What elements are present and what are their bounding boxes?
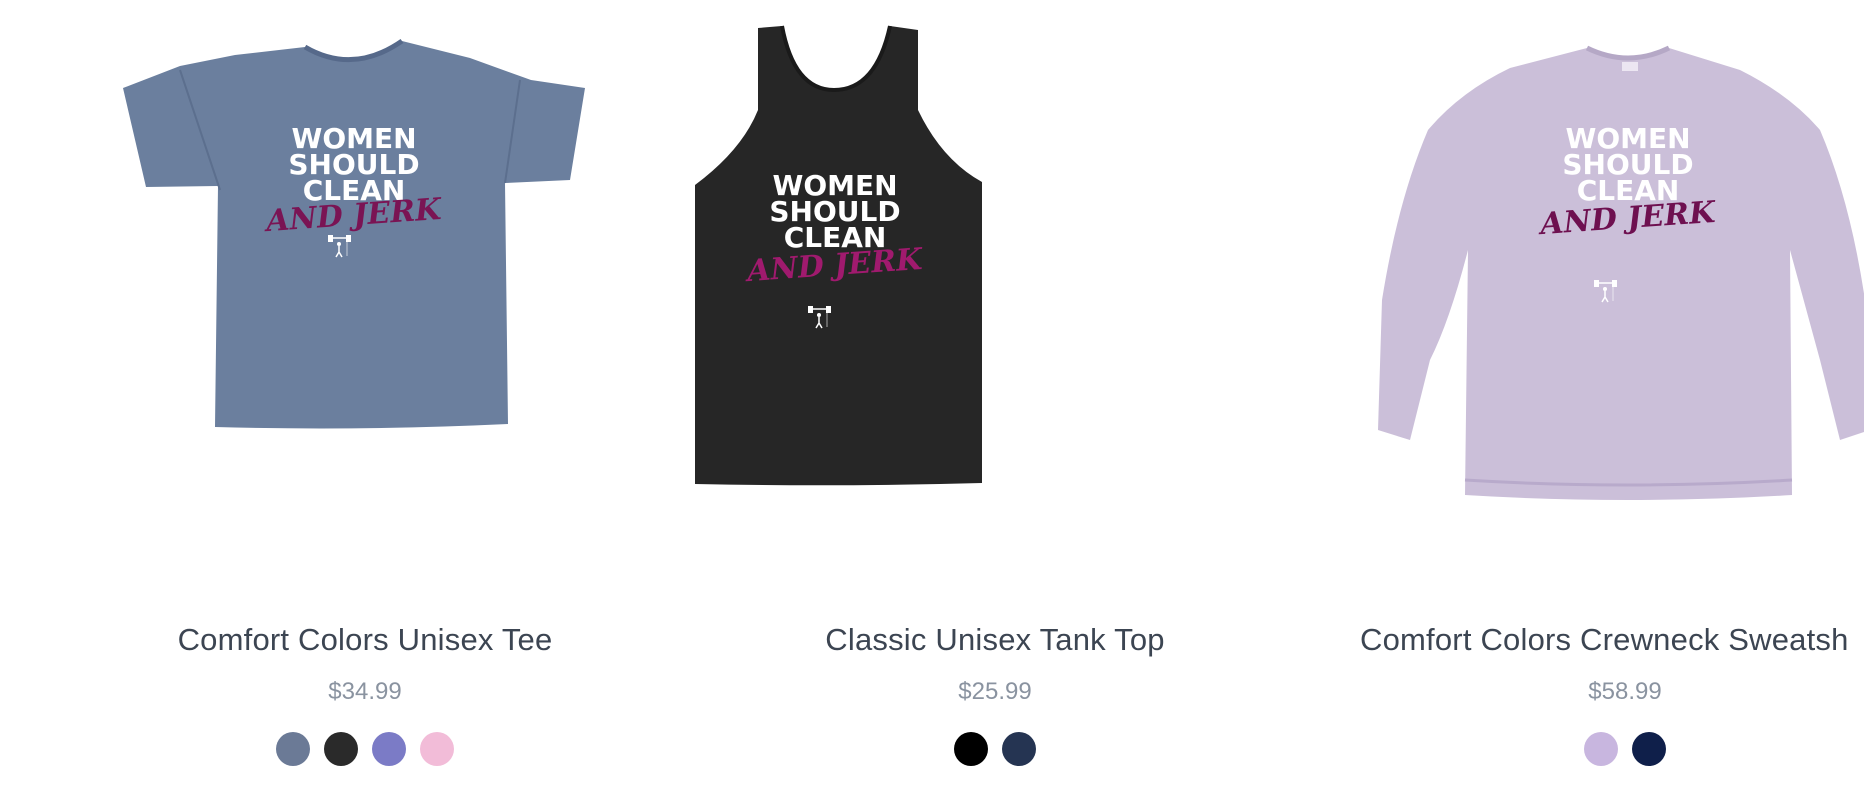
color-swatch[interactable] <box>420 732 454 766</box>
tee-shirt-image: WOMEN SHOULD CLEAN AND JERK <box>123 38 585 429</box>
product-card-crewneck[interactable]: WOMEN SHOULD CLEAN AND JERK Comfort Colo… <box>1310 0 1864 798</box>
product-image-tee[interactable]: WOMEN SHOULD CLEAN AND JERK <box>50 0 680 590</box>
color-swatches <box>1310 732 1864 766</box>
product-price: $58.99 <box>1588 678 1662 705</box>
color-swatch[interactable] <box>1632 732 1666 766</box>
product-image-tank[interactable]: WOMEN SHOULD CLEAN AND JERK <box>680 0 1310 590</box>
color-swatches <box>50 732 680 766</box>
product-price: $25.99 <box>958 678 1032 705</box>
color-swatch[interactable] <box>276 732 310 766</box>
color-swatch[interactable] <box>1002 732 1036 766</box>
product-title[interactable]: Comfort Colors Unisex Tee <box>50 622 680 658</box>
color-swatch[interactable] <box>954 732 988 766</box>
crewneck-sweatshirt-image: WOMEN SHOULD CLEAN AND JERK <box>1378 45 1864 500</box>
product-title[interactable]: Classic Unisex Tank Top <box>680 622 1310 658</box>
product-card-tee[interactable]: WOMEN SHOULD CLEAN AND JERK Comfort Colo… <box>50 0 680 798</box>
product-price: $34.99 <box>328 678 402 705</box>
color-swatch[interactable] <box>1584 732 1618 766</box>
color-swatches <box>680 732 1310 766</box>
color-swatch[interactable] <box>324 732 358 766</box>
color-swatch[interactable] <box>372 732 406 766</box>
tee-body <box>123 41 585 429</box>
tank-top-image: WOMEN SHOULD CLEAN AND JERK <box>695 25 982 486</box>
product-card-tank[interactable]: WOMEN SHOULD CLEAN AND JERK Classic Unis… <box>680 0 1310 798</box>
product-grid: WOMEN SHOULD CLEAN AND JERK Comfort Colo… <box>0 0 1864 798</box>
product-image-crewneck[interactable]: WOMEN SHOULD CLEAN AND JERK <box>1310 0 1864 590</box>
crewneck-body <box>1378 48 1864 500</box>
product-title[interactable]: Comfort Colors Crewneck Sweatsh <box>1310 622 1864 658</box>
